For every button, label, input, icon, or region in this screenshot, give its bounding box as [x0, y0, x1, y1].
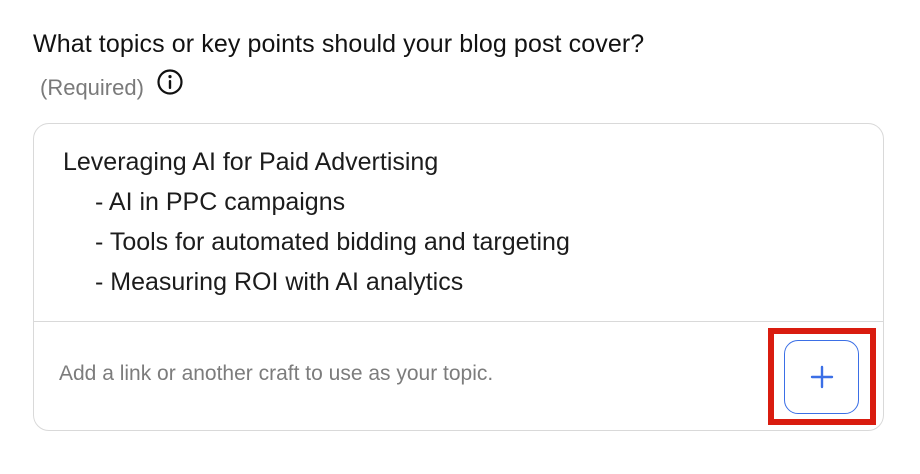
topic-bullet-line: - Measuring ROI with AI analytics — [95, 268, 464, 296]
topic-bullet-line: - AI in PPC campaigns — [95, 188, 346, 216]
topic-textarea[interactable]: Leveraging AI for Paid Advertising - AI … — [34, 124, 883, 322]
add-topic-button[interactable] — [784, 340, 859, 414]
topic-title-line: Leveraging AI for Paid Advertising — [63, 148, 439, 176]
info-icon[interactable] — [156, 68, 184, 96]
add-link-hint: Add a link or another craft to use as yo… — [59, 362, 494, 385]
required-label: (Required) — [40, 75, 144, 100]
topic-bullet-line: - Tools for automated bidding and target… — [95, 228, 570, 256]
question-label: What topics or key points should your bl… — [33, 30, 645, 58]
topic-card: Leveraging AI for Paid Advertising - AI … — [33, 123, 884, 431]
topic-form: What topics or key points should your bl… — [0, 0, 920, 474]
required-row: (Required) — [40, 68, 184, 108]
plus-icon — [810, 365, 833, 389]
